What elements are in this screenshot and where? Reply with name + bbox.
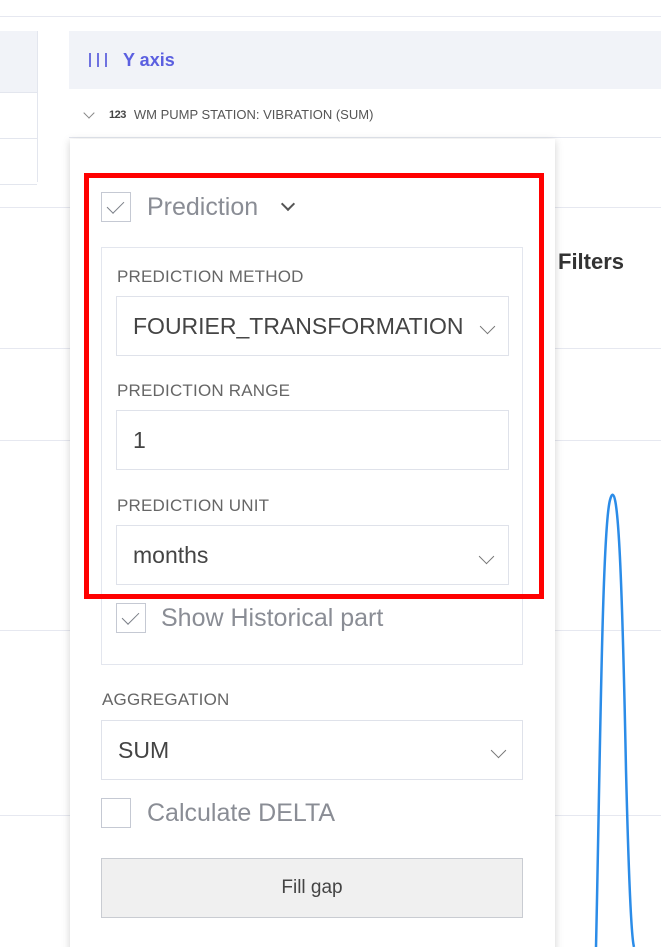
prediction-range-value: 1 xyxy=(133,426,146,453)
number-type-icon: 123 xyxy=(109,108,126,121)
prediction-checkbox[interactable] xyxy=(101,192,131,222)
chevron-down-icon[interactable] xyxy=(83,106,95,119)
show-historical-checkbox[interactable] xyxy=(116,603,146,633)
prediction-method-value: FOURIER_TRANSFORMATION xyxy=(133,312,464,339)
fill-gap-button[interactable]: Fill gap xyxy=(101,858,523,918)
prediction-unit-label: PREDICTION UNIT xyxy=(117,496,270,515)
prediction-unit-value: months xyxy=(133,541,209,568)
chevron-down-icon[interactable] xyxy=(280,196,296,212)
calculate-delta-label[interactable]: Calculate DELTA xyxy=(147,799,335,828)
aggregation-select[interactable]: SUM xyxy=(101,720,523,780)
prediction-range-label: PREDICTION RANGE xyxy=(117,381,291,400)
aggregation-value: SUM xyxy=(118,736,170,763)
prediction-unit-select[interactable]: months xyxy=(116,525,509,585)
prediction-method-label: PREDICTION METHOD xyxy=(117,267,304,286)
y-axis-header: Y axis xyxy=(69,31,661,89)
prediction-label[interactable]: Prediction xyxy=(147,193,258,222)
aggregation-label: AGGREGATION xyxy=(102,690,230,709)
left-panel-row xyxy=(0,93,37,139)
field-name: WM PUMP STATION: VIBRATION (SUM) xyxy=(133,107,374,122)
y-axis-field-row[interactable]: 123 WM PUMP STATION: VIBRATION (SUM) xyxy=(69,92,661,138)
series-settings-popup: Prediction PREDICTION METHOD FOURIER_TRA… xyxy=(70,139,555,947)
left-panel-header xyxy=(0,31,37,93)
prediction-method-select[interactable]: FOURIER_TRANSFORMATION xyxy=(116,296,509,356)
prediction-range-input[interactable]: 1 xyxy=(116,410,509,470)
left-panel-row xyxy=(0,139,37,185)
bars-icon xyxy=(87,51,111,69)
y-axis-title: Y axis xyxy=(123,49,175,70)
filters-heading: Filters xyxy=(558,249,625,274)
top-border xyxy=(0,16,661,17)
show-historical-label[interactable]: Show Historical part xyxy=(161,604,383,633)
calculate-delta-checkbox[interactable] xyxy=(101,798,131,828)
chart-series-line xyxy=(594,493,636,947)
left-panel xyxy=(0,31,38,185)
